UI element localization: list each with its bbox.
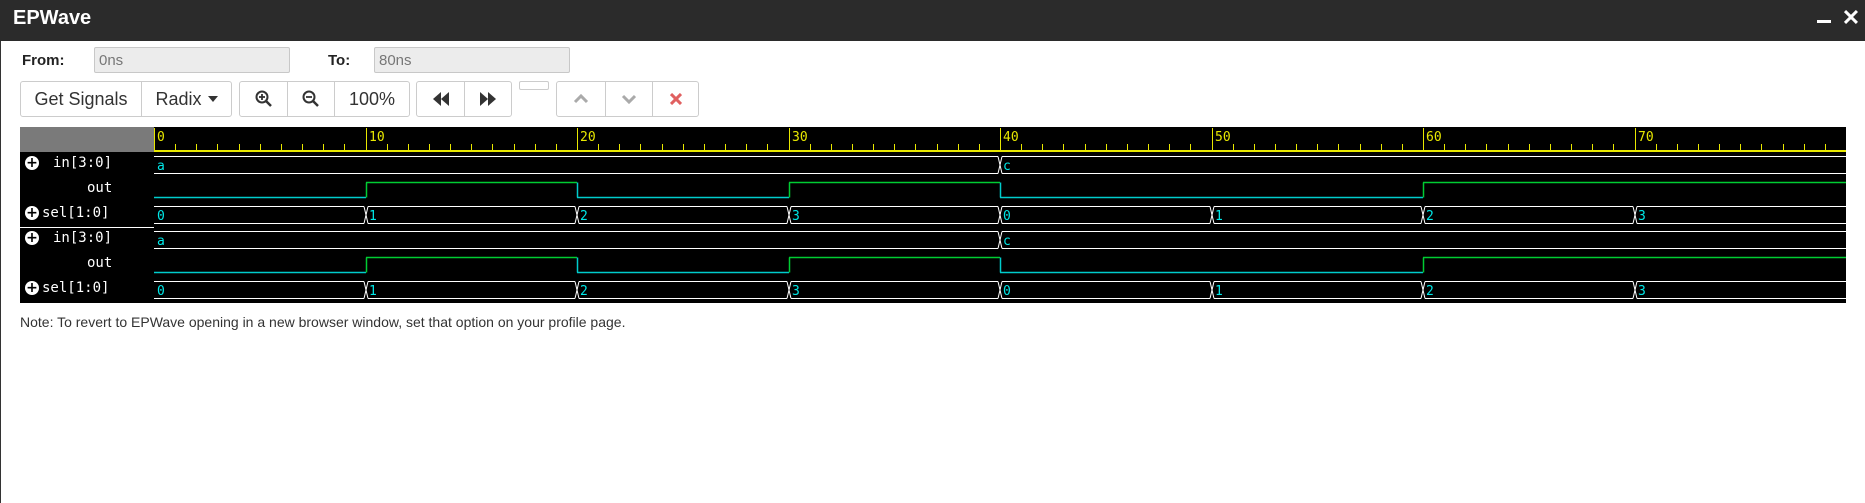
zoom-level[interactable]: 100% (334, 82, 409, 116)
tick-label: 60 (1426, 130, 1442, 145)
signal-name: in[3:0] (53, 230, 113, 246)
bus-value: 3 (1638, 284, 1646, 299)
bus-value: 3 (1638, 209, 1646, 224)
signal-name: out (87, 255, 113, 271)
signal-name: sel[1:0] (42, 205, 110, 221)
move-up-button[interactable] (557, 82, 605, 116)
bus-value: c (1003, 234, 1011, 249)
signal-name: in[3:0] (53, 155, 113, 171)
bus-value: 0 (1003, 284, 1011, 299)
caret-down-icon (207, 96, 218, 102)
navigate-toolbar-group (416, 81, 512, 117)
window-title: EPWave (13, 7, 92, 29)
close-window-icon[interactable]: ✕ (1839, 6, 1863, 30)
bus-value: 2 (580, 209, 588, 224)
window-border (0, 41, 1, 503)
expand-icon[interactable]: + (25, 206, 39, 220)
marker-box[interactable] (519, 81, 549, 90)
signal-row[interactable]: out (20, 252, 154, 277)
signal-row[interactable]: + sel[1:0] (20, 202, 154, 228)
fast-forward-icon (480, 92, 496, 106)
bus-value: 2 (580, 284, 588, 299)
expand-icon[interactable]: + (25, 281, 39, 295)
expand-icon[interactable]: + (25, 231, 39, 245)
signal-row[interactable]: + sel[1:0] (20, 277, 154, 302)
get-signals-button[interactable]: Get Signals (21, 82, 141, 116)
tick-label: 30 (792, 130, 808, 145)
from-input[interactable] (94, 47, 290, 73)
radix-dropdown[interactable]: Radix (141, 82, 231, 116)
zoom-out-icon (302, 90, 319, 107)
bus-value: 1 (369, 284, 377, 299)
bus-value: a (157, 159, 165, 174)
tick-label: 50 (1215, 130, 1231, 145)
bus-value: 1 (1215, 284, 1223, 299)
waveform-panel: 0 10 20 30 40 50 60 70 + in[3:0] out + sel[1:0] + in[… (20, 127, 1846, 303)
signal-row[interactable]: + in[3:0] (20, 227, 154, 252)
bus-value: a (157, 234, 165, 249)
title-bar: EPWave ✕ (0, 0, 1865, 41)
minimize-icon[interactable] (1817, 20, 1831, 23)
zoom-out-button[interactable] (287, 82, 334, 116)
bus-value: 1 (1215, 209, 1223, 224)
note-text: Note: To revert to EPWave opening in a n… (20, 314, 626, 330)
zoom-toolbar-group: 100% (239, 81, 410, 117)
tick-label: 70 (1638, 130, 1654, 145)
signal-name: sel[1:0] (42, 280, 110, 296)
signal-traces[interactable]: a c 0 1 2 3 0 1 2 3 a c 0 1 2 3 0 1 2 3 (154, 152, 1846, 303)
signal-row[interactable]: + in[3:0] (20, 152, 154, 177)
tick-label: 40 (1003, 130, 1019, 145)
previous-transition-button[interactable] (417, 82, 464, 116)
bus-value: 1 (369, 209, 377, 224)
tick-label: 0 (157, 130, 165, 145)
from-label: From: (22, 52, 65, 69)
signals-toolbar-group: Get Signals Radix (20, 81, 232, 117)
bus-value: 3 (792, 284, 800, 299)
expand-icon[interactable]: + (25, 156, 39, 170)
rewind-icon (432, 92, 449, 106)
bus-value: 0 (157, 284, 165, 299)
tick-label: 20 (580, 130, 596, 145)
signal-row[interactable]: out (20, 177, 154, 202)
close-icon (669, 93, 682, 105)
time-axis: 0 10 20 30 40 50 60 70 (154, 128, 1826, 151)
signal-name-list: + in[3:0] out + sel[1:0] + in[3:0] out + sel[1:0] (20, 152, 154, 303)
bus-value: 3 (792, 209, 800, 224)
signal-name: out (87, 180, 113, 196)
chevron-down-icon (621, 94, 637, 104)
bus-value: c (1003, 159, 1011, 174)
zoom-in-button[interactable] (240, 82, 287, 116)
to-label: To: (328, 52, 351, 69)
move-down-button[interactable] (605, 82, 652, 116)
next-transition-button[interactable] (464, 82, 511, 116)
to-input[interactable] (374, 47, 570, 73)
radix-label: Radix (155, 88, 202, 109)
bus-value: 2 (1426, 209, 1434, 224)
signal-order-toolbar-group (556, 81, 699, 117)
bus-value: 2 (1426, 284, 1434, 299)
bus-value: 0 (1003, 209, 1011, 224)
zoom-in-icon (255, 90, 272, 107)
time-range-row: From: To: (0, 47, 700, 77)
chevron-up-icon (573, 94, 589, 104)
bus-value: 0 (157, 209, 165, 224)
tick-label: 10 (369, 130, 385, 145)
remove-signal-button[interactable] (652, 82, 698, 116)
